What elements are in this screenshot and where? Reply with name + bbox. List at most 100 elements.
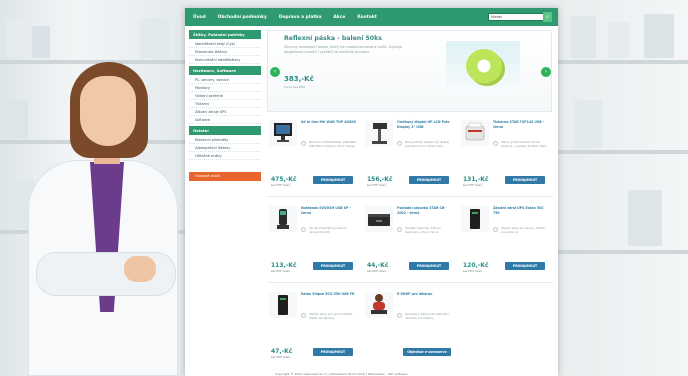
background-pharmacy-right [558, 0, 688, 376]
product-card: All in One MO W4D TOP 4G500 Pentium G720… [267, 118, 359, 188]
product-description: 2D mnohosměrový snímač čárových kódů [309, 226, 347, 234]
product-price: 113,-Kč [271, 262, 297, 269]
rent-button[interactable]: PRONAJMOUT [409, 176, 449, 184]
product-image[interactable] [461, 206, 489, 232]
product-price-note: bez DPH měsíc [271, 356, 291, 359]
nav-sale[interactable]: Akce [333, 15, 345, 20]
product-price-note: bez DPH měsíc [271, 184, 291, 187]
nav-contact[interactable]: Kontakt [357, 15, 377, 20]
pharmacist-photo [28, 62, 178, 376]
rent-button[interactable]: PRONAJMOUT [313, 262, 353, 270]
background-pharmacy-left [0, 0, 185, 376]
product-image[interactable] [461, 120, 489, 146]
product-description: Pentium G7200 Pameti, 2GB RAM, 500 HDD, … [309, 140, 357, 148]
product-name[interactable]: Čtečkový displej HP LCD Pole Display 2" … [397, 120, 453, 129]
rent-button[interactable]: PRONAJMOUT [313, 348, 353, 356]
product-name[interactable]: All in One MO W4D TOP 4G500 [301, 120, 357, 125]
product-name[interactable]: Tiskárna STAR TSP143 USB - černá [493, 120, 549, 129]
product-price: 131,-Kč [463, 176, 489, 183]
sidebar-link[interactable]: Komunikační identifikátory [189, 56, 261, 64]
nav-terms[interactable]: Obchodní podmínky [218, 15, 267, 20]
product-price-note: bez DPH měsíc [367, 184, 387, 187]
arrow-left-icon[interactable]: ‹ [270, 67, 280, 77]
product-price-note: bez DPH měsíc [367, 270, 387, 273]
sidebar-link[interactable]: Užitečné služby [189, 152, 261, 160]
medicine-box [140, 18, 170, 58]
product-image[interactable] [365, 120, 393, 146]
top-navigation: Úvod Obchodní podmínky Doprava a platba … [185, 8, 558, 26]
hero-banner: ‹ Reflexní páska - balení 50ks Škrovný s… [267, 30, 552, 112]
divider [267, 282, 553, 283]
product-image[interactable] [365, 206, 393, 232]
product-name[interactable]: Pokladní zásuvka STAR CB-2002 - černá [397, 206, 453, 215]
rent-button[interactable]: PRONAJMOUT [505, 262, 545, 270]
product-image[interactable] [269, 120, 297, 146]
search-input[interactable]: Hledej [488, 13, 544, 21]
sidebar-link[interactable]: Tiskárny [189, 100, 261, 108]
reflective-tape-icon [466, 49, 502, 83]
product-card: Záložní zdroj UPS Eaton 5SC 750 Záložní … [459, 204, 551, 274]
nav-home[interactable]: Úvod [193, 15, 206, 20]
product-radio[interactable] [301, 313, 306, 318]
main-page: Úvod Obchodní podmínky Doprava a platba … [185, 8, 558, 376]
product-card: E-SHOP pro lékárnu Kompletní řešení inte… [363, 290, 455, 360]
product-price-note: bez DPH měsíc [463, 270, 483, 273]
divider [267, 196, 553, 197]
product-name[interactable]: Záložní zdroj UPS Eaton 5SC 750 [493, 206, 549, 215]
rent-button[interactable]: PRONAJMOUT [505, 176, 545, 184]
sidebar-heading[interactable]: Ostatní [189, 126, 261, 135]
product-radio[interactable] [397, 313, 402, 318]
order-eshop-button[interactable]: Objednat e-commerce [403, 348, 451, 356]
sidebar-link[interactable]: Identifikační kódy (Cyb) [189, 40, 261, 48]
product-price: 156,-Kč [367, 176, 393, 183]
product-radio[interactable] [397, 227, 402, 232]
nav-shipping[interactable]: Doprava a platba [279, 15, 322, 20]
arrow-right-icon[interactable]: › [541, 67, 551, 77]
product-card: Notebook EXVOSH USB XP - černá 2D mnohos… [267, 204, 359, 274]
sidebar-link[interactable]: Výdejní periferie [189, 92, 261, 100]
hero-description: Škrovný samolepící pásek, který lze snad… [284, 45, 402, 54]
medicine-box [574, 100, 602, 148]
rent-button[interactable]: PRONAJMOUT [313, 176, 353, 184]
medicine-box [32, 26, 50, 58]
sidebar-link[interactable]: Záložní zdroje UPS [189, 108, 261, 116]
product-description: Kompletní řešení internetového obchodu p… [405, 312, 449, 320]
product-description: Záložní zdroj pro server 550VA, 330W, 4x… [309, 312, 353, 320]
hero-image[interactable] [446, 41, 520, 95]
product-card: Čtečkový displej HP LCD Pole Display 2" … [363, 118, 455, 188]
sidebar-link[interactable]: Monitory [189, 84, 261, 92]
medicine-box [628, 190, 662, 246]
promo-link[interactable]: Vzorové zboží [189, 172, 261, 181]
product-card: Tiskárna STAR TSP143 USB - černá Velmi r… [459, 118, 551, 188]
product-radio[interactable] [301, 227, 306, 232]
product-price-note: bez DPH měsíc [271, 270, 291, 273]
product-card: Pokladní zásuvka STAR CB-2002 - černá Po… [363, 204, 455, 274]
sidebar-link[interactable]: Ekonomika lékárny [189, 48, 261, 56]
product-description: Záložní zdroj pro server, 750VA, pro jed… [501, 226, 546, 234]
sidebar-link[interactable]: Reklamní předměty [189, 136, 261, 144]
rent-button[interactable]: PRONAJMOUT [409, 262, 449, 270]
sidebar-heading[interactable]: Štítky, Pokladní potřeby [189, 30, 261, 39]
product-name[interactable]: Eaton Ellipse ECO 550 USB FR [301, 292, 357, 297]
medicine-box [608, 22, 630, 58]
sidebar-heading[interactable]: Hardware, Software [189, 66, 261, 75]
product-image[interactable] [269, 292, 297, 318]
medicine-box [8, 100, 28, 138]
search-icon[interactable]: ⌕ [543, 12, 552, 22]
product-radio[interactable] [493, 227, 498, 232]
product-price-note: bez DPH měsíc [463, 184, 483, 187]
sidebar-link[interactable]: PC, servery, stanice [189, 76, 261, 84]
product-price: 47,-Kč [271, 348, 293, 355]
sidebar-link[interactable]: Zabezpečení lékárny [189, 144, 261, 152]
product-name[interactable]: E-SHOP pro lékárnu [397, 292, 453, 297]
product-radio[interactable] [397, 141, 402, 146]
product-description: Pole grafický zákaznický displej, zobraz… [405, 140, 450, 148]
product-name[interactable]: Notebook EXVOSH USB XP - černá [301, 206, 357, 215]
product-image[interactable] [269, 206, 297, 232]
product-radio[interactable] [301, 141, 306, 146]
shelf [558, 150, 688, 154]
sidebar-link[interactable]: Software [189, 116, 261, 124]
hero-title[interactable]: Reflexní páska - balení 50ks [284, 35, 382, 42]
product-radio[interactable] [493, 141, 498, 146]
product-image[interactable] [365, 292, 393, 318]
